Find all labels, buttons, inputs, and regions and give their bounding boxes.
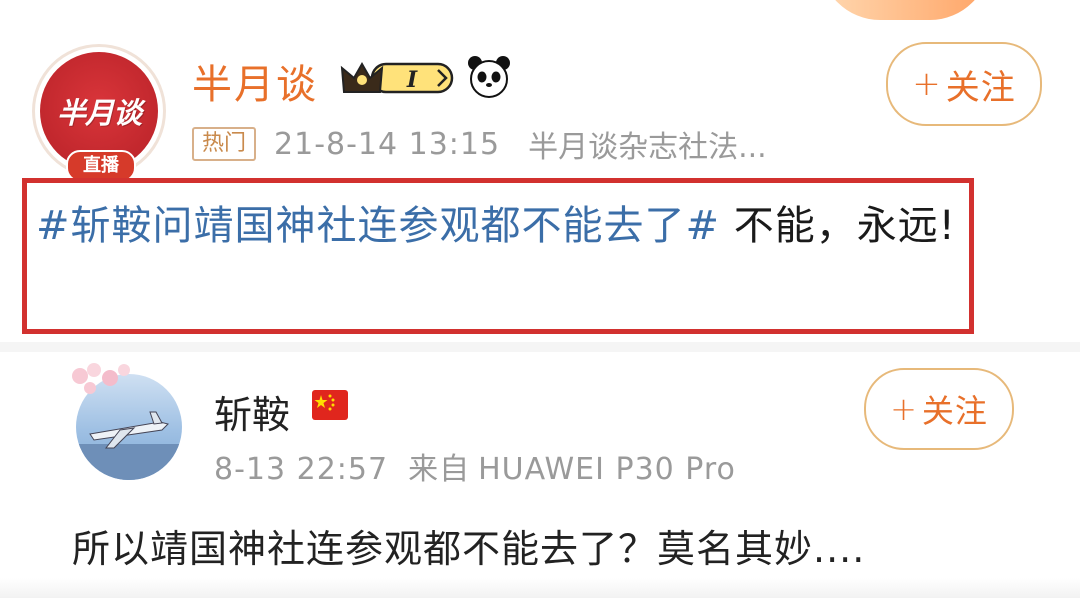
plus-icon: + (912, 64, 942, 104)
divider (0, 342, 1080, 352)
bottom-divider (0, 578, 1080, 598)
comment-meta: 8-13 22:57 来自 HUAWEI P30 Pro (214, 444, 756, 488)
plus-icon: + (890, 390, 918, 428)
post-text: #斩鞍问靖国神社连参观都不能去了# 不能，永远! (36, 196, 966, 256)
comment-device: HUAWEI P30 Pro (478, 452, 736, 487)
username[interactable]: 半月谈 (192, 52, 318, 110)
follow-label: 关注 (945, 67, 1016, 108)
comment-username[interactable]: 斩鞍 (214, 384, 290, 439)
post-timestamp: 21-8-14 13:15 (274, 126, 501, 162)
avatar-logo-text: 半月谈 (56, 96, 142, 130)
follow-button[interactable]: + 关注 (886, 42, 1042, 126)
follow-label: 关注 (921, 392, 988, 430)
hashtag-link[interactable]: #斩鞍问靖国神社连参观都不能去了# (36, 203, 720, 249)
cherry-blossom-icon (72, 363, 130, 394)
post-source[interactable]: 半月谈杂志社法... (528, 122, 767, 166)
china-flag-icon (312, 390, 348, 420)
comment-follow-button[interactable]: + 关注 (864, 368, 1014, 450)
crown-vip-badge-icon: I (340, 61, 454, 94)
hot-tag: 热门 (192, 127, 257, 161)
comment-source-prefix: 来自 (408, 452, 471, 487)
comment-text: 所以靖国神社连参观都不能去了？莫名其妙.... (72, 527, 866, 571)
panda-icon (468, 56, 510, 98)
decorative-swoosh (820, 0, 990, 20)
comment-timestamp: 8-13 22:57 (214, 452, 389, 487)
post-meta: 热门 21-8-14 13:15 半月谈杂志社法... (192, 122, 767, 166)
post-body: 不能，永远! (720, 203, 956, 249)
badge-level: I (406, 67, 418, 93)
